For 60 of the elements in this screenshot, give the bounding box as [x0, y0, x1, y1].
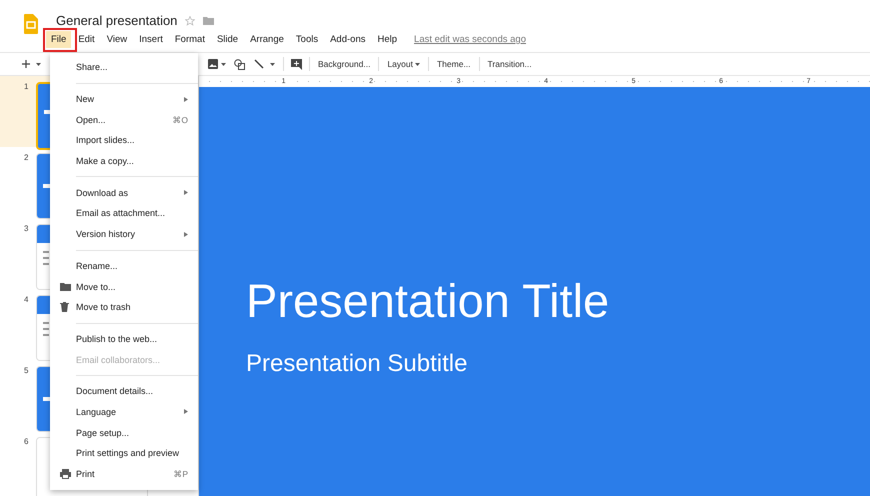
caret-icon — [270, 62, 275, 66]
menu-bar-item[interactable]: View — [102, 31, 132, 48]
add-icon[interactable] — [22, 60, 30, 68]
trash-icon — [60, 302, 69, 312]
shapes-icon[interactable] — [234, 58, 245, 70]
last-edit-link[interactable]: Last edit was seconds ago — [414, 34, 526, 45]
menu-bar-item[interactable]: Help — [372, 31, 402, 48]
slide-title: Presentation Title — [246, 277, 610, 324]
slide-number: 1 — [23, 82, 30, 91]
menu-bar-item[interactable]: Edit — [73, 31, 100, 48]
caret-icon — [414, 62, 420, 66]
menu-item[interactable]: Publish to the web... — [50, 328, 198, 350]
menu-bar-item[interactable]: Slide — [212, 31, 244, 48]
image-icon[interactable] — [208, 59, 218, 69]
submenu-arrow-icon — [184, 232, 188, 237]
menu-item[interactable]: Version history — [50, 224, 198, 244]
caret-icon — [36, 62, 41, 66]
menu-item[interactable]: Make a copy... — [50, 150, 198, 172]
slide-number: 5 — [23, 366, 30, 375]
menu-item[interactable]: Open... ⌘O — [50, 109, 198, 130]
toolbar-button[interactable]: Layout — [382, 57, 425, 71]
menu-bar-item[interactable]: Insert — [134, 31, 168, 48]
slides-logo-icon — [24, 14, 38, 34]
print-icon — [60, 469, 71, 480]
menu-bar-item[interactable]: Format — [170, 31, 210, 48]
toolbar-button[interactable]: Theme... — [432, 57, 476, 71]
submenu-arrow-icon — [184, 409, 188, 414]
menu-item[interactable]: Email as attachment... — [50, 203, 198, 224]
menu-item[interactable]: Move to... — [50, 276, 198, 297]
menu-item[interactable]: Share... — [50, 57, 198, 78]
add-comment-icon[interactable] — [291, 58, 302, 70]
menu-item[interactable]: New — [50, 88, 198, 110]
submenu-arrow-icon — [184, 190, 188, 196]
slide-subtitle: Presentation Subtitle — [246, 350, 468, 378]
star-icon[interactable] — [185, 16, 196, 26]
menu-item[interactable]: Page setup... — [50, 422, 198, 443]
menu-bar-item[interactable]: File — [46, 31, 72, 48]
menu-item[interactable]: Print ⌘P — [50, 464, 198, 484]
caret-icon — [221, 62, 226, 66]
menu-item[interactable]: Print settings and preview — [50, 443, 198, 464]
folder-icon — [60, 282, 71, 292]
slide-number: 4 — [23, 295, 30, 304]
menu-item[interactable]: Document details... — [50, 380, 198, 402]
menu-bar-item[interactable]: Add-ons — [325, 31, 370, 48]
slide-number: 6 — [23, 437, 30, 446]
submenu-arrow-icon — [184, 96, 188, 102]
menu-item[interactable]: Rename... — [50, 256, 198, 276]
toolbar-button[interactable]: Transition... — [482, 57, 537, 71]
slide-number: 2 — [23, 153, 30, 162]
highlight-frame — [43, 28, 77, 52]
menu-item[interactable]: Download as — [50, 182, 198, 204]
line-icon[interactable] — [254, 59, 264, 69]
slide-number: 3 — [23, 224, 30, 233]
menu-item[interactable]: Move to trash — [50, 296, 198, 318]
document-title[interactable]: General presentation — [56, 13, 178, 28]
menu-bar-item[interactable]: Tools — [290, 31, 324, 48]
menu-bar-item[interactable]: Arrange — [245, 31, 289, 48]
toolbar-button[interactable]: Background... — [313, 57, 376, 71]
menu-item[interactable]: Language — [50, 402, 198, 422]
menu-item[interactable]: Import slides... — [50, 130, 198, 151]
